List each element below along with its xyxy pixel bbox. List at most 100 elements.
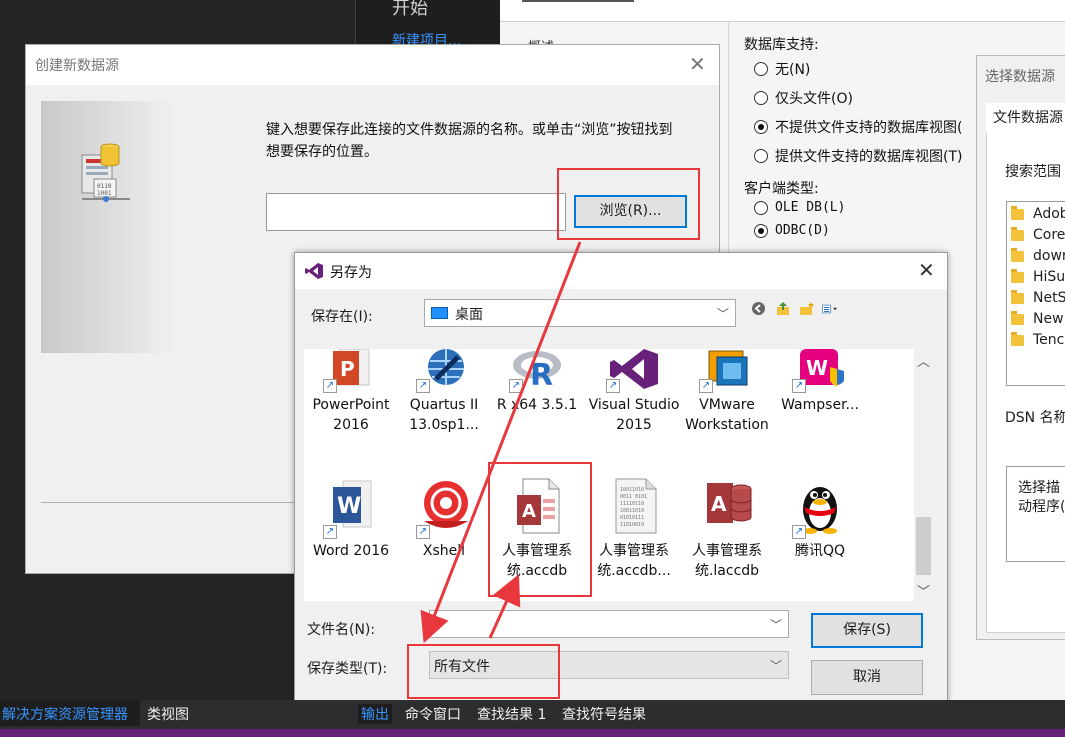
tab-class-view[interactable]: 类视图 — [147, 704, 189, 724]
folder-icon — [1011, 331, 1024, 346]
file-item-laccdb[interactable]: A 人事管理系统.laccdb — [680, 477, 774, 581]
tab-output[interactable]: 输出 — [358, 704, 392, 724]
scroll-down-icon[interactable]: ﹀ — [917, 581, 930, 600]
visual-studio-icon: ↗ — [606, 349, 660, 393]
scroll-thumb[interactable] — [916, 517, 931, 575]
db-support-radio-none[interactable]: 无(N) — [754, 59, 810, 79]
folder-label: Tenc — [1033, 332, 1065, 348]
list-item[interactable]: dowr — [1011, 247, 1065, 264]
db-support-radio-header[interactable]: 仅头文件(O) — [754, 88, 853, 108]
powerpoint-icon: P ↗ — [323, 348, 377, 393]
desc-line: 选择描 — [1018, 480, 1060, 496]
list-item[interactable]: HiSu — [1011, 268, 1065, 285]
start-heading: 开始 — [392, 0, 428, 19]
file-item-qq[interactable]: ↗ 腾讯QQ — [773, 477, 867, 561]
folder-label: Core — [1033, 227, 1065, 243]
list-item[interactable]: Adob — [1011, 205, 1065, 222]
svg-text:10011010: 10011010 — [620, 487, 644, 493]
dsn-name-label: DSN 名称 — [1005, 410, 1065, 426]
file-item-powerpoint[interactable]: P ↗ PowerPoint 2016 — [304, 348, 398, 435]
annotation-box-browse — [557, 168, 700, 240]
save-in-select[interactable]: 桌面 ﹀ — [424, 299, 736, 327]
dsn-name-input[interactable] — [266, 193, 566, 231]
save-in-label: 保存在(I): — [311, 309, 373, 325]
close-icon[interactable]: ✕ — [689, 52, 706, 76]
client-type-radio-oledb[interactable]: OLE DB(L) — [754, 200, 845, 215]
svg-text:11110110: 11110110 — [620, 501, 644, 507]
tab-find-results[interactable]: 查找结果 1 — [477, 704, 546, 724]
folder-label: New — [1033, 311, 1064, 327]
tab-command-window[interactable]: 命令窗口 — [405, 704, 461, 724]
radio-circle[interactable] — [754, 91, 768, 105]
tab-find-symbol[interactable]: 查找符号结果 — [562, 704, 646, 724]
radio-circle-selected[interactable] — [754, 120, 768, 134]
folder-icon — [1011, 289, 1024, 304]
select-dsn-dialog: 选择数据源 文件数据源 搜索范围 Adob Core dowr HiSu Net… — [976, 55, 1065, 640]
close-icon[interactable]: ✕ — [918, 258, 935, 282]
database-file-icon: 0110 1001 — [81, 143, 130, 202]
wizard-side-image: 0110 1001 — [41, 101, 174, 353]
scroll-up-icon[interactable]: ︿ — [917, 351, 930, 370]
svg-text:01010111: 01010111 — [620, 515, 644, 521]
folder-label: dowr — [1033, 248, 1065, 264]
list-item[interactable]: New — [1011, 310, 1064, 327]
file-item-label: VMware Workstation — [685, 397, 769, 433]
save-as-title: 另存为 — [330, 265, 372, 281]
list-item[interactable]: Tenc — [1011, 331, 1065, 348]
db-support-label: 数据库支持: — [744, 37, 819, 53]
select-dsn-title: 选择数据源 — [985, 69, 1055, 85]
cancel-button[interactable]: 取消 — [811, 660, 923, 695]
db-support-radio-view-file[interactable]: 提供文件支持的数据库视图(T) — [754, 146, 962, 166]
radio-label: 提供文件支持的数据库视图(T) — [775, 149, 963, 165]
file-item-label: Word 2016 — [312, 543, 390, 559]
radio-label: 不提供文件支持的数据库视图( — [775, 120, 963, 136]
radio-circle-selected[interactable] — [754, 223, 768, 238]
shortcut-arrow-icon: ↗ — [416, 379, 430, 393]
tab-solution-explorer[interactable]: 解决方案资源管理器 — [2, 704, 128, 724]
svg-text:P: P — [340, 357, 355, 381]
r-icon: R ↗ — [509, 349, 563, 393]
binary-file-icon: 10011010 0011 0101 11110110 10011010 0101011… — [608, 477, 660, 535]
chevron-down-icon[interactable]: ﹀ — [770, 616, 782, 633]
file-item-visual-studio[interactable]: ↗ Visual Studio 2015 — [587, 349, 681, 435]
radio-label: 仅头文件(O) — [775, 91, 853, 107]
file-item-word[interactable]: W ↗ Word 2016 — [304, 477, 398, 561]
radio-circle[interactable] — [754, 200, 768, 215]
nav-toolbar — [750, 300, 839, 317]
radio-circle[interactable] — [754, 62, 768, 76]
client-type-radio-odbc[interactable]: ODBC(D) — [754, 223, 830, 238]
save-button[interactable]: 保存(S) — [811, 613, 923, 648]
filename-label: 文件名(N): — [307, 622, 376, 638]
svg-text:R: R — [530, 358, 553, 389]
file-list[interactable]: P ↗ PowerPoint 2016 ↗ Quartus II 13.0sp1… — [304, 348, 933, 601]
status-bar — [0, 729, 1065, 737]
annotation-box-accdb — [488, 462, 592, 597]
file-item-xshell[interactable]: ↗ Xshell — [397, 477, 491, 561]
tab-file-dsn[interactable]: 文件数据源 — [986, 103, 1065, 133]
view-menu-icon[interactable] — [822, 300, 839, 317]
file-item-accdb-binary[interactable]: 10011010 0011 0101 11110110 10011010 0101011… — [587, 477, 681, 581]
filename-input[interactable]: ﹀ — [429, 610, 789, 638]
chevron-down-icon: ﹀ — [716, 307, 729, 321]
file-item-label: 人事管理系统.laccdb — [692, 543, 762, 579]
back-icon[interactable] — [750, 300, 767, 317]
create-dsn-title: 创建新数据源 — [35, 58, 119, 74]
file-item-label: Quartus II 13.0sp1... — [409, 397, 479, 433]
quartus-icon: ↗ — [416, 349, 470, 393]
up-folder-icon[interactable] — [774, 300, 791, 317]
filetype-label: 保存类型(T): — [307, 661, 388, 677]
list-item[interactable]: Core — [1011, 226, 1065, 243]
file-item-quartus[interactable]: ↗ Quartus II 13.0sp1... — [397, 349, 491, 435]
folder-list[interactable]: Adob Core dowr HiSu NetS New Tenc — [1006, 201, 1065, 386]
word-icon: W ↗ — [323, 477, 377, 539]
db-support-radio-view-nofile[interactable]: 不提供文件支持的数据库视图( — [754, 117, 962, 137]
wizard-tabbar — [500, 0, 1065, 22]
new-folder-icon[interactable] — [798, 300, 815, 317]
radio-circle[interactable] — [754, 149, 768, 163]
list-item[interactable]: NetS — [1011, 289, 1065, 306]
create-dsn-instruction: 键入想要保存此连接的文件数据源的名称。或单击“浏览”按钮找到想要保存的位置。 — [266, 122, 673, 160]
file-list-scrollbar[interactable]: ︿ ﹀ — [914, 349, 933, 601]
file-item-r[interactable]: R ↗ R x64 3.5.1 — [490, 349, 584, 415]
file-item-vmware[interactable]: ↗ VMware Workstation — [680, 349, 774, 435]
file-item-wampserver[interactable]: W ↗ Wampser... — [773, 349, 867, 415]
